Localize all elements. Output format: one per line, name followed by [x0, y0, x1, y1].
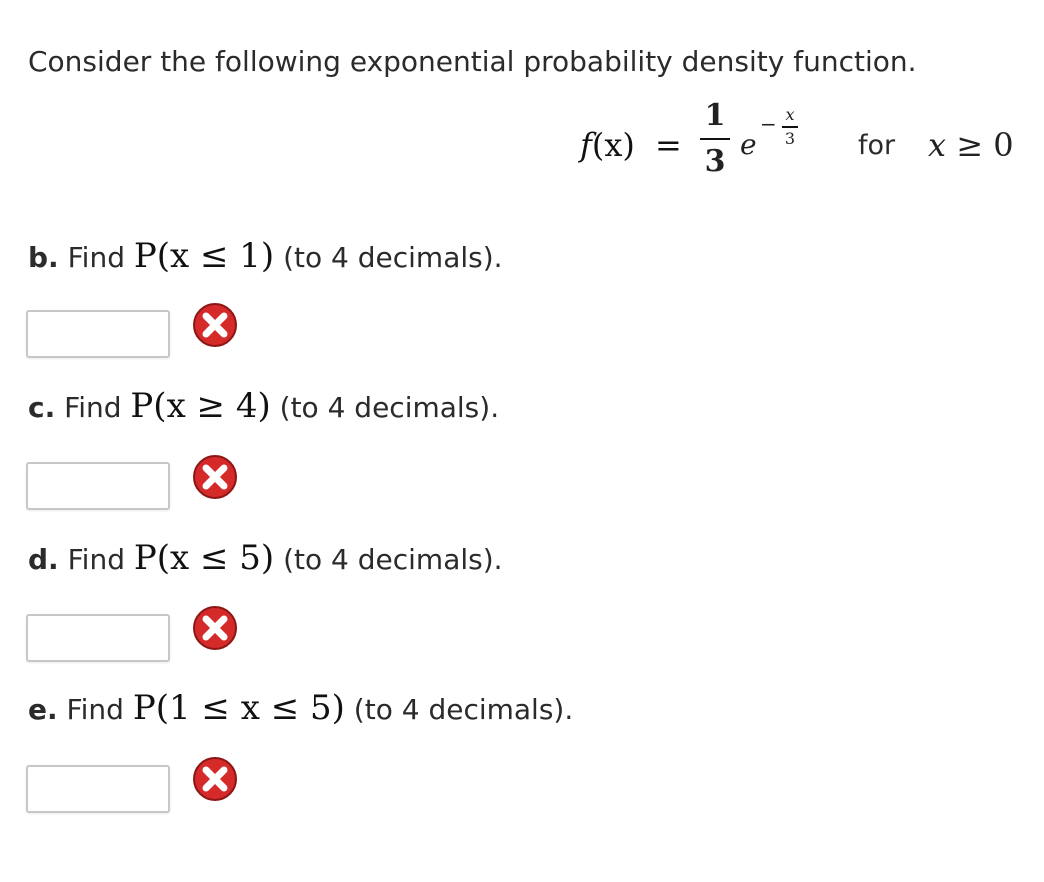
question-letter: c. — [28, 391, 56, 424]
domain-label: for — [858, 130, 896, 161]
question-expression: P(1 ≤ x ≤ 5) — [132, 688, 345, 728]
question-letter: e. — [28, 693, 58, 726]
question-b: b. Find P(x ≤ 1) (to 4 decimals). — [28, 236, 503, 278]
question-suffix: (to 4 decimals). — [274, 241, 503, 274]
domain-variable: x — [928, 126, 947, 164]
answer-input-d[interactable] — [26, 614, 170, 662]
formula-argument: (x) — [591, 126, 635, 164]
exponential-base: e — [740, 128, 757, 161]
answer-input-b[interactable] — [26, 310, 170, 358]
incorrect-icon — [193, 455, 237, 499]
question-prefix: Find — [67, 543, 134, 576]
exponent-numerator: x — [785, 105, 795, 124]
question-suffix: (to 4 decimals). — [270, 391, 500, 424]
incorrect-icon — [193, 303, 237, 347]
exponent-fraction-bar — [782, 126, 798, 128]
incorrect-icon — [193, 757, 237, 801]
problem-statement: Consider the following exponential proba… — [28, 45, 917, 78]
formula-fraction: 1 3 — [700, 100, 730, 178]
question-expression: P(x ≤ 1) — [133, 236, 275, 276]
question-d: d. Find P(x ≤ 5) (to 4 decimals). — [28, 538, 503, 580]
exponent-minus: − — [760, 112, 777, 136]
question-prefix: Find — [64, 391, 131, 424]
domain-bound: ≥ 0 — [946, 126, 1014, 164]
domain-condition: x ≥ 0 — [928, 126, 1014, 164]
formula-lhs: f(x) = — [580, 126, 682, 164]
incorrect-icon — [193, 606, 237, 650]
question-suffix: (to 4 decimals). — [274, 543, 503, 576]
question-expression: P(x ≤ 5) — [133, 538, 275, 578]
exponent-fraction: x 3 — [782, 106, 798, 148]
question-prefix: Find — [66, 693, 133, 726]
fraction-denominator: 3 — [704, 144, 726, 179]
question-prefix: Find — [67, 241, 134, 274]
question-suffix: (to 4 decimals). — [344, 693, 574, 726]
answer-input-e[interactable] — [26, 765, 170, 813]
question-c: c. Find P(x ≥ 4) (to 4 decimals). — [28, 386, 499, 428]
pdf-formula: f(x) = 1 3 e − x 3 for x ≥ 0 — [0, 100, 1044, 190]
fraction-bar — [700, 138, 730, 140]
answer-input-c[interactable] — [26, 462, 170, 510]
formula-function-name: f — [580, 126, 592, 164]
question-expression: P(x ≥ 4) — [130, 386, 271, 426]
fraction-numerator: 1 — [704, 98, 726, 133]
exponent-denominator: 3 — [784, 128, 796, 148]
question-letter: b. — [28, 241, 59, 274]
question-letter: d. — [28, 543, 59, 576]
question-e: e. Find P(1 ≤ x ≤ 5) (to 4 decimals). — [28, 688, 573, 730]
formula-equals: = — [655, 126, 682, 164]
